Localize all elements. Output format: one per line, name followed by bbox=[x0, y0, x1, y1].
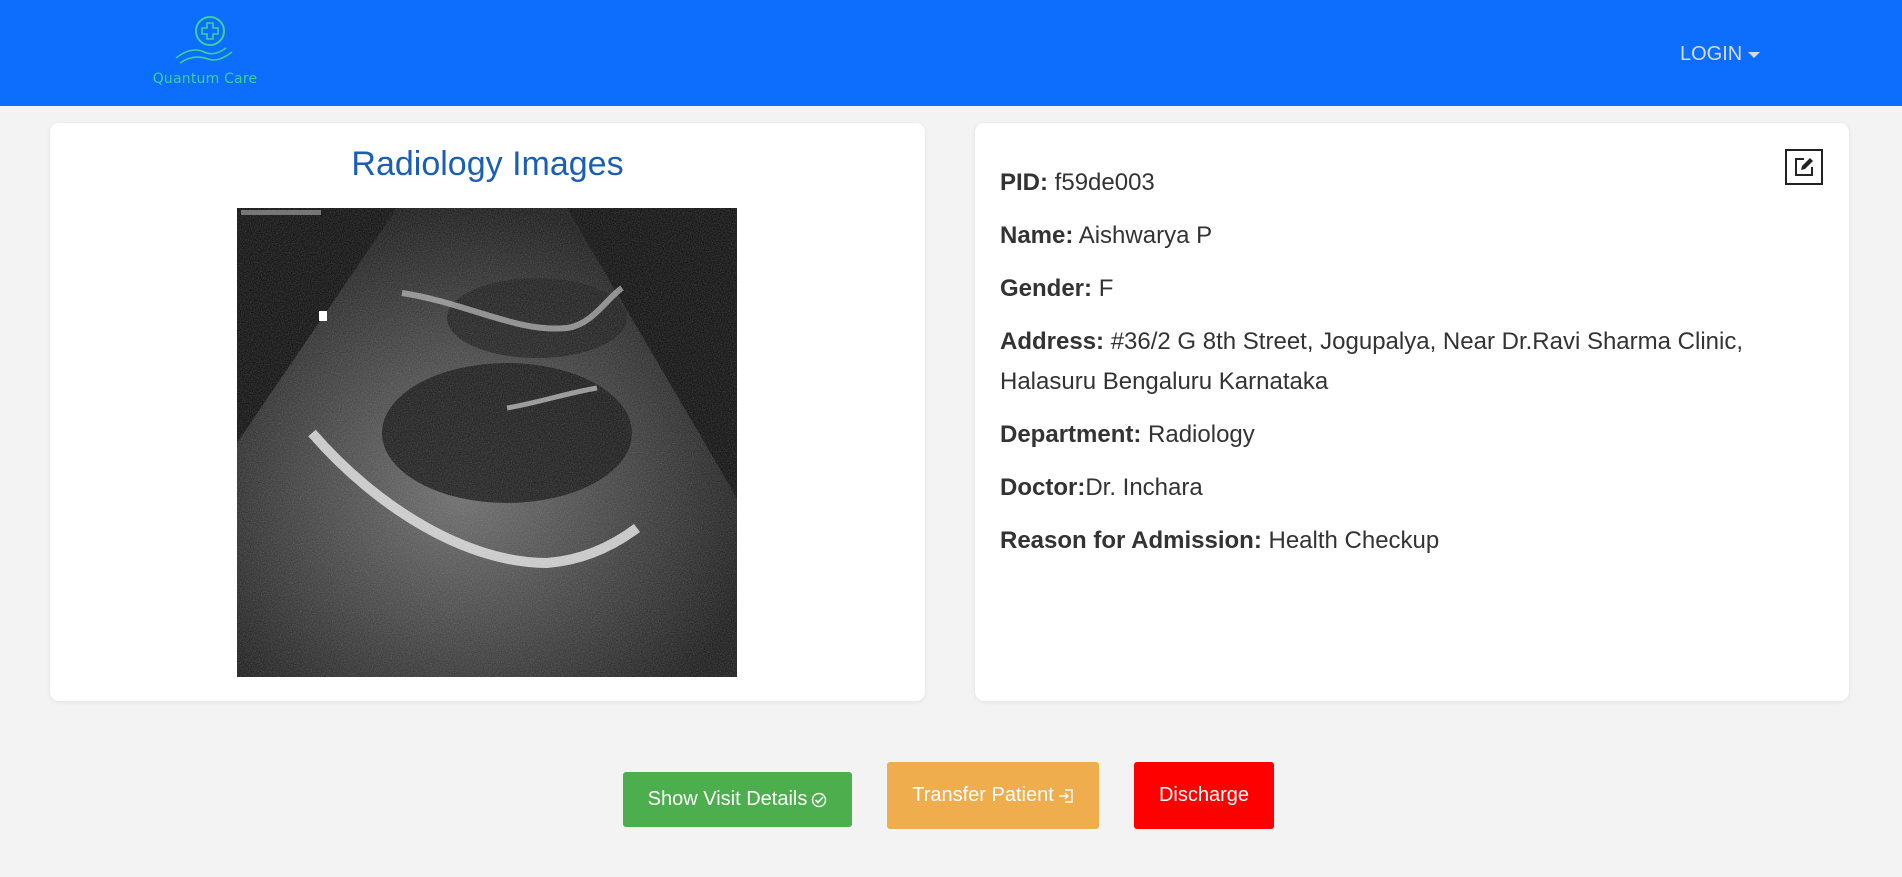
care-hand-icon bbox=[175, 16, 233, 64]
doctor-value: Dr. Inchara bbox=[1085, 474, 1203, 501]
doctor-row: Doctor:Dr. Inchara bbox=[1000, 468, 1820, 508]
address-row: Address: #36/2 G 8th Street, Jogupalya, … bbox=[1000, 322, 1820, 402]
caret-down-icon bbox=[1748, 52, 1761, 58]
gender-label: Gender: bbox=[1000, 275, 1093, 302]
login-dropdown[interactable]: LOGIN bbox=[1680, 40, 1761, 68]
department-value: Radiology bbox=[1148, 421, 1255, 448]
department-label: Department: bbox=[1000, 421, 1142, 448]
reason-value: Health Checkup bbox=[1268, 527, 1440, 554]
radiology-card: Radiology Images bbox=[50, 123, 925, 701]
brand-name: Quantum Care bbox=[152, 71, 258, 87]
address-label: Address: bbox=[1000, 328, 1105, 355]
name-row: Name: Aishwarya P bbox=[1000, 216, 1820, 256]
pid-row: PID: f59de003 bbox=[1000, 163, 1820, 203]
login-label: LOGIN bbox=[1680, 42, 1743, 65]
radiology-title: Radiology Images bbox=[351, 145, 624, 183]
reason-row: Reason for Admission: Health Checkup bbox=[1000, 521, 1820, 561]
reason-label: Reason for Admission: bbox=[1000, 527, 1262, 554]
pid-value: f59de003 bbox=[1054, 169, 1155, 196]
department-row: Department: Radiology bbox=[1000, 415, 1820, 455]
patient-details-card: PID: f59de003 Name: Aishwarya P Gender: … bbox=[975, 123, 1849, 701]
discharge-label: Discharge bbox=[1158, 784, 1250, 806]
sign-in-icon bbox=[1058, 788, 1073, 803]
gender-value: F bbox=[1098, 275, 1114, 302]
brand-logo-link[interactable]: Quantum Care bbox=[146, 14, 264, 92]
transfer-label: Transfer Patient bbox=[912, 784, 1054, 806]
name-value: Aishwarya P bbox=[1078, 222, 1213, 249]
patient-info: PID: f59de003 Name: Aishwarya P Gender: … bbox=[1000, 163, 1820, 574]
address-value: #36/2 G 8th Street, Jogupalya, Near Dr.R… bbox=[1000, 328, 1743, 395]
visit-label: Show Visit Details bbox=[647, 788, 808, 810]
check-circle-icon bbox=[812, 792, 827, 807]
discharge-button[interactable]: Discharge bbox=[1134, 762, 1274, 829]
doctor-label: Doctor: bbox=[1000, 474, 1086, 501]
name-label: Name: bbox=[1000, 222, 1074, 249]
show-visit-details-button[interactable]: Show Visit Details bbox=[623, 772, 852, 827]
navbar: Quantum Care LOGIN bbox=[0, 0, 1902, 106]
ultrasound-image bbox=[237, 208, 737, 677]
pid-label: PID: bbox=[1000, 169, 1048, 196]
transfer-patient-button[interactable]: Transfer Patient bbox=[887, 762, 1099, 829]
gender-row: Gender: F bbox=[1000, 269, 1820, 309]
